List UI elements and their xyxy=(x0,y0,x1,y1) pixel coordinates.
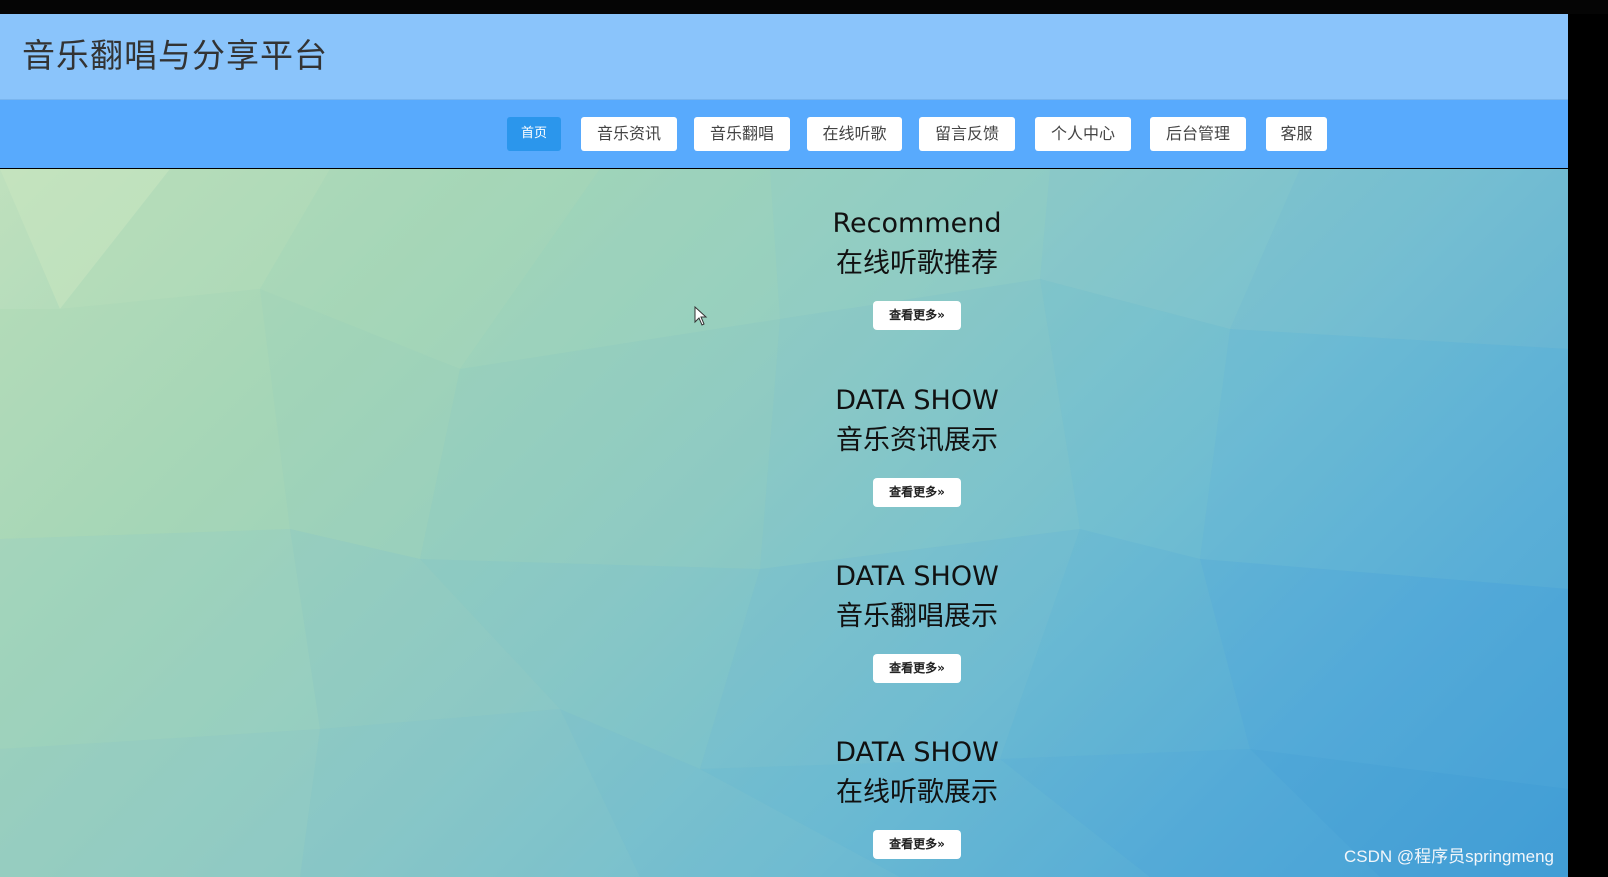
nav-item-music-news[interactable]: 音乐资讯 xyxy=(581,117,677,151)
section-online-listening: DATA SHOW 在线听歌展示 查看更多» xyxy=(0,735,1568,877)
section-title-en: DATA SHOW xyxy=(835,385,999,416)
view-more-button[interactable]: 查看更多» xyxy=(873,830,961,859)
top-black-strip xyxy=(0,0,1608,14)
section-title-cn: 在线听歌推荐 xyxy=(836,248,998,279)
section-music-news: DATA SHOW 音乐资讯展示 查看更多» xyxy=(0,383,1568,543)
site-header: 音乐翻唱与分享平台 xyxy=(0,14,1568,100)
right-black-strip xyxy=(1568,14,1608,877)
mouse-pointer-icon xyxy=(694,306,708,326)
web-page: 音乐翻唱与分享平台 首页 音乐资讯 音乐翻唱 在线听歌 留言反馈 个人中心 后台… xyxy=(0,14,1568,877)
section-title-en: DATA SHOW xyxy=(835,737,999,768)
section-title-cn: 音乐资讯展示 xyxy=(836,425,998,456)
section-title-en: DATA SHOW xyxy=(835,561,999,592)
main-navbar: 首页 音乐资讯 音乐翻唱 在线听歌 留言反馈 个人中心 后台管理 客服 xyxy=(0,100,1568,168)
nav-item-personal-center[interactable]: 个人中心 xyxy=(1035,117,1131,151)
section-music-covers: DATA SHOW 音乐翻唱展示 查看更多» xyxy=(0,559,1568,719)
view-more-button[interactable]: 查看更多» xyxy=(873,478,961,507)
view-more-button[interactable]: 查看更多» xyxy=(873,654,961,683)
nav-item-feedback[interactable]: 留言反馈 xyxy=(919,117,1015,151)
section-title-en: Recommend xyxy=(832,208,1002,239)
section-title-cn: 音乐翻唱展示 xyxy=(836,601,998,632)
view-more-button[interactable]: 查看更多» xyxy=(873,301,961,330)
nav-item-admin[interactable]: 后台管理 xyxy=(1150,117,1246,151)
nav-item-online-listening[interactable]: 在线听歌 xyxy=(807,117,902,151)
section-title-cn: 在线听歌展示 xyxy=(836,777,998,808)
nav-item-music-covers[interactable]: 音乐翻唱 xyxy=(694,117,790,151)
screen-frame: 音乐翻唱与分享平台 首页 音乐资讯 音乐翻唱 在线听歌 留言反馈 个人中心 后台… xyxy=(0,0,1608,877)
section-recommend: Recommend 在线听歌推荐 查看更多» xyxy=(0,206,1568,366)
nav-item-home[interactable]: 首页 xyxy=(507,117,561,151)
site-title: 音乐翻唱与分享平台 xyxy=(22,36,328,75)
nav-item-customer-service[interactable]: 客服 xyxy=(1266,117,1327,151)
main-content: Recommend 在线听歌推荐 查看更多» DATA SHOW 音乐资讯展示 … xyxy=(0,169,1568,877)
csdn-watermark: CSDN @程序员springmeng xyxy=(1344,847,1554,866)
